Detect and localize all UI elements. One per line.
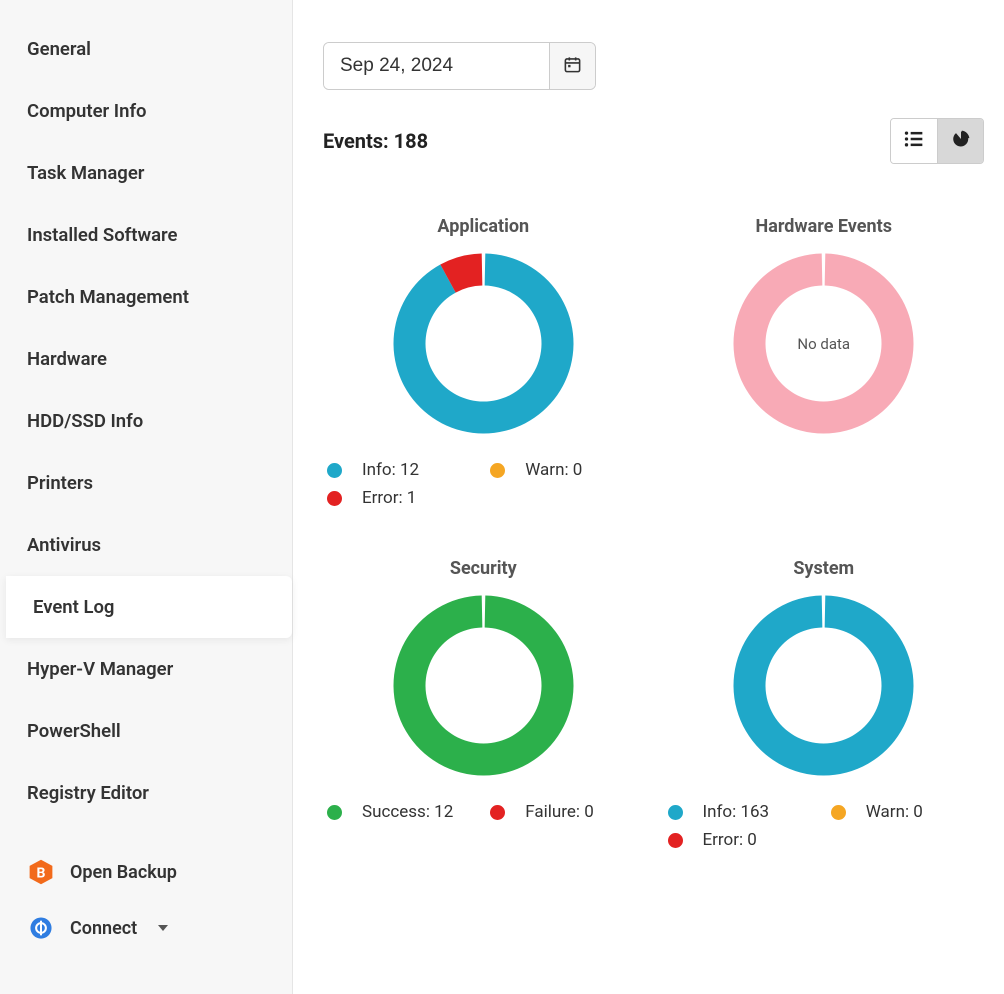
connect-icon <box>27 914 55 942</box>
chevron-down-icon <box>158 925 168 931</box>
sidebar-item-general[interactable]: General <box>0 18 292 80</box>
sidebar-item-printers[interactable]: Printers <box>0 452 292 514</box>
sidebar-item-computer-info[interactable]: Computer Info <box>0 80 292 142</box>
legend-item-error[interactable]: Error: 1 <box>327 488 476 508</box>
charts-grid: Application Info: 12 Warn: 0 Error: 1 Hardwa… <box>323 216 984 850</box>
legend-dot <box>327 491 342 506</box>
chart-card-application: Application Info: 12 Warn: 0 Error: 1 <box>323 216 644 508</box>
legend-item-info[interactable]: Info: 163 <box>668 802 817 822</box>
legend-item-warn[interactable]: Warn: 0 <box>490 460 639 480</box>
chart-card-hardware-events: Hardware Events No data <box>664 216 985 508</box>
sidebar-item-task-manager[interactable]: Task Manager <box>0 142 292 204</box>
view-toggle <box>890 118 984 164</box>
legend-label: Info: 12 <box>362 460 419 480</box>
chart-legend: Info: 12 Warn: 0 Error: 1 <box>323 460 644 508</box>
sidebar-footer: B Open Backup Connect <box>0 844 292 956</box>
legend-label: Warn: 0 <box>525 460 582 480</box>
donut-chart: No data <box>664 251 985 436</box>
legend-item-info[interactable]: Info: 12 <box>327 460 476 480</box>
backup-icon: B <box>27 858 55 886</box>
legend-label: Failure: 0 <box>525 802 594 822</box>
legend-item-error[interactable]: Error: 0 <box>668 830 817 850</box>
chart-title: Hardware Events <box>664 216 985 237</box>
legend-label: Error: 0 <box>703 830 757 850</box>
sidebar: GeneralComputer InfoTask ManagerInstalle… <box>0 0 293 994</box>
connect-button[interactable]: Connect <box>0 900 292 956</box>
sidebar-item-event-log[interactable]: Event Log <box>6 576 292 638</box>
no-data-label: No data <box>797 335 850 353</box>
date-picker <box>323 42 596 90</box>
list-icon <box>904 130 924 153</box>
sidebar-item-patch-management[interactable]: Patch Management <box>0 266 292 328</box>
date-input[interactable] <box>324 43 549 89</box>
sidebar-item-registry-editor[interactable]: Registry Editor <box>0 762 292 824</box>
events-count-label: Events: 188 <box>323 129 428 153</box>
sidebar-item-installed-software[interactable]: Installed Software <box>0 204 292 266</box>
donut-chart <box>323 593 644 778</box>
chart-title: Security <box>323 558 644 579</box>
legend-label: Error: 1 <box>362 488 416 508</box>
legend-label: Warn: 0 <box>866 802 923 822</box>
legend-label: Success: 12 <box>362 802 453 822</box>
legend-item-warn[interactable]: Warn: 0 <box>831 802 980 822</box>
chart-legend: Success: 12 Failure: 0 <box>323 802 644 822</box>
pie-chart-icon <box>951 129 971 154</box>
sidebar-nav: GeneralComputer InfoTask ManagerInstalle… <box>0 18 292 824</box>
legend-label: Info: 163 <box>703 802 770 822</box>
legend-item-success[interactable]: Success: 12 <box>327 802 476 822</box>
sidebar-item-hdd-ssd-info[interactable]: HDD/SSD Info <box>0 390 292 452</box>
sidebar-item-powershell[interactable]: PowerShell <box>0 700 292 762</box>
chart-view-button[interactable] <box>937 119 983 163</box>
legend-dot <box>668 805 683 820</box>
chart-title: System <box>664 558 985 579</box>
chart-card-system: System Info: 163 Warn: 0 Error: 0 <box>664 558 985 850</box>
calendar-button[interactable] <box>549 43 595 89</box>
legend-dot <box>831 805 846 820</box>
legend-dot <box>327 463 342 478</box>
open-backup-button[interactable]: B Open Backup <box>0 844 292 900</box>
svg-text:B: B <box>37 865 46 881</box>
main-panel: Events: 188 <box>293 0 1004 994</box>
donut-chart <box>323 251 644 436</box>
chart-title: Application <box>323 216 644 237</box>
legend-dot <box>490 463 505 478</box>
sidebar-item-hyper-v-manager[interactable]: Hyper-V Manager <box>0 638 292 700</box>
legend-item-failure[interactable]: Failure: 0 <box>490 802 639 822</box>
legend-dot <box>490 805 505 820</box>
chart-legend: Info: 163 Warn: 0 Error: 0 <box>664 802 985 850</box>
legend-dot <box>668 833 683 848</box>
chart-card-security: Security Success: 12 Failure: 0 <box>323 558 644 850</box>
donut-chart <box>664 593 985 778</box>
header-row: Events: 188 <box>323 118 984 164</box>
calendar-icon <box>563 55 582 77</box>
connect-label: Connect <box>70 918 137 939</box>
open-backup-label: Open Backup <box>70 862 177 883</box>
sidebar-item-hardware[interactable]: Hardware <box>0 328 292 390</box>
list-view-button[interactable] <box>891 119 937 163</box>
sidebar-item-antivirus[interactable]: Antivirus <box>0 514 292 576</box>
legend-dot <box>327 805 342 820</box>
